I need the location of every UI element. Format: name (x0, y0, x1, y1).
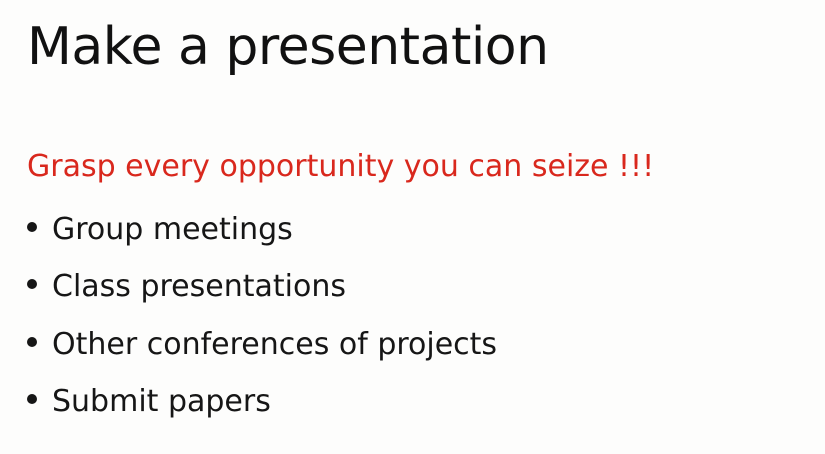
bullet-list: Group meetings Class presentations Other… (27, 201, 497, 431)
bullet-text: Class presentations (52, 269, 346, 305)
list-item: Class presentations (27, 259, 497, 317)
slide-title: Make a presentation (27, 17, 549, 77)
presentation-slide: Make a presentation Grasp every opportun… (0, 0, 825, 454)
bullet-dot-icon (27, 336, 37, 347)
bullet-dot-icon (27, 221, 37, 232)
bullet-text: Submit papers (52, 384, 271, 420)
list-item: Group meetings (27, 201, 497, 259)
bullet-dot-icon (27, 394, 37, 405)
list-item: Other conferences of projects (27, 316, 497, 374)
bullet-text: Other conferences of projects (52, 326, 498, 362)
bullet-dot-icon (27, 279, 37, 290)
list-item: Submit papers (27, 374, 497, 432)
bullet-text: Group meetings (52, 211, 293, 247)
highlight-text: Grasp every opportunity you can seize !!… (27, 149, 655, 184)
